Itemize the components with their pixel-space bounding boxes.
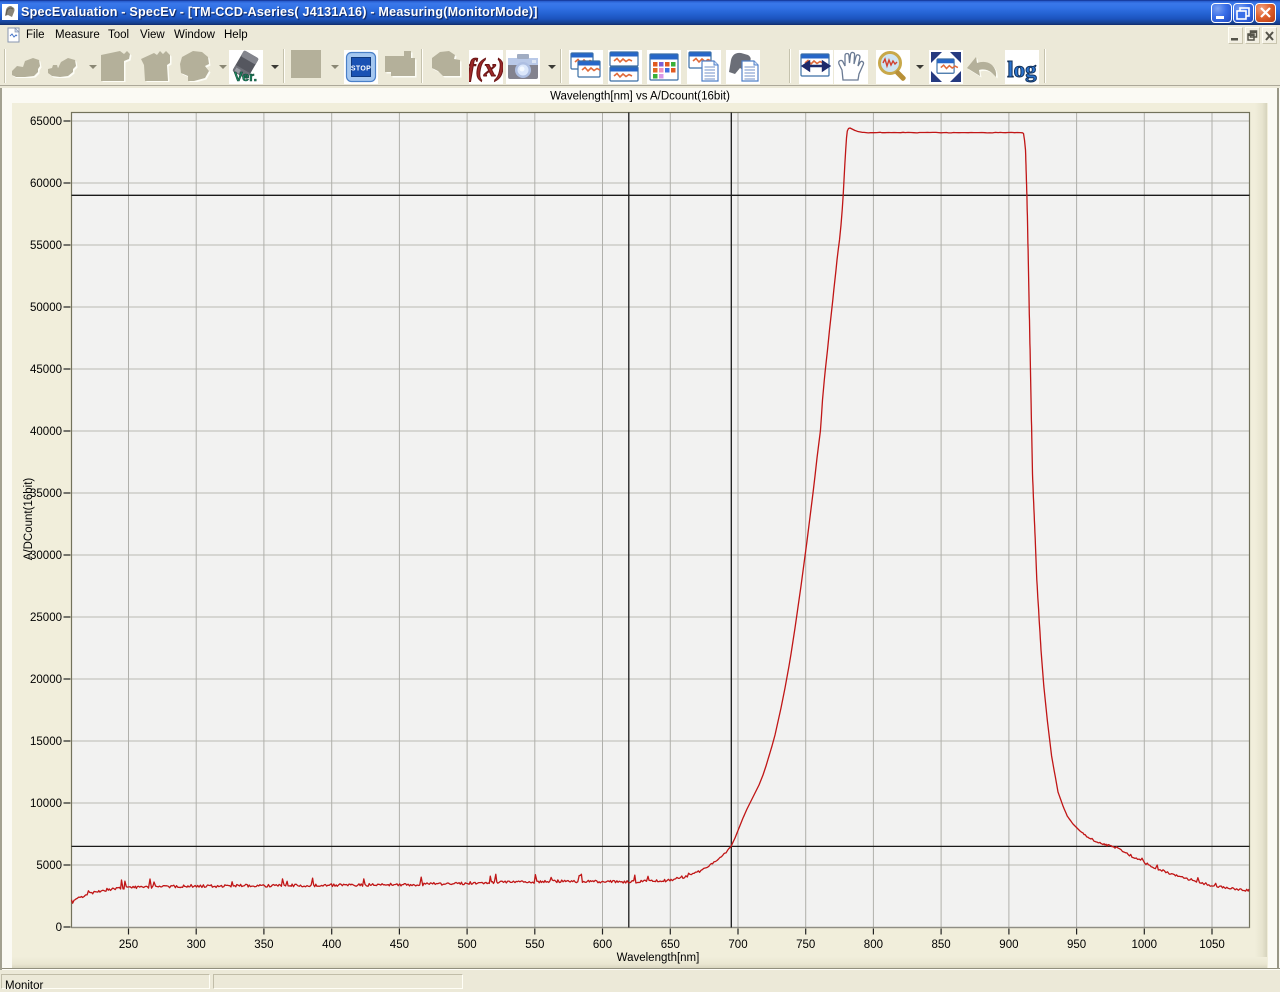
svg-text:500: 500 — [458, 939, 477, 951]
svg-text:log: log — [1007, 57, 1037, 82]
svg-text:1000: 1000 — [1132, 939, 1158, 951]
svg-text:40000: 40000 — [30, 426, 62, 438]
svg-text:950: 950 — [1067, 939, 1086, 951]
svg-text:600: 600 — [593, 939, 612, 951]
svg-text:50000: 50000 — [30, 302, 62, 314]
svg-text:25000: 25000 — [30, 612, 62, 624]
svg-text:10000: 10000 — [30, 798, 62, 810]
svg-text:1050: 1050 — [1199, 939, 1225, 951]
svg-text:0: 0 — [56, 922, 62, 934]
svg-text:900: 900 — [999, 939, 1018, 951]
svg-text:700: 700 — [728, 939, 747, 951]
svg-text:650: 650 — [661, 939, 680, 951]
svg-text:A/DCount(16bit): A/DCount(16bit) — [23, 478, 35, 561]
svg-text:Ver.: Ver. — [234, 69, 257, 84]
svg-text:550: 550 — [525, 939, 544, 951]
svg-text:5000: 5000 — [36, 860, 62, 872]
svg-text:STOP: STOP — [351, 66, 371, 73]
svg-text:400: 400 — [322, 939, 341, 951]
svg-text:45000: 45000 — [30, 364, 62, 376]
svg-text:350: 350 — [254, 939, 273, 951]
svg-text:300: 300 — [187, 939, 206, 951]
svg-text:Wavelength[nm] vs A/Dcount(16b: Wavelength[nm] vs A/Dcount(16bit) — [550, 91, 730, 103]
svg-text:60000: 60000 — [30, 178, 62, 190]
svg-text:750: 750 — [796, 939, 815, 951]
svg-text:250: 250 — [119, 939, 138, 951]
svg-text:850: 850 — [932, 939, 951, 951]
svg-text:55000: 55000 — [30, 240, 62, 252]
svg-text:65000: 65000 — [30, 116, 62, 128]
svg-text:15000: 15000 — [30, 736, 62, 748]
svg-text:f(x): f(x) — [469, 55, 503, 82]
svg-text:800: 800 — [864, 939, 883, 951]
svg-text:Wavelength[nm]: Wavelength[nm] — [617, 952, 700, 964]
svg-text:450: 450 — [390, 939, 409, 951]
svg-text:20000: 20000 — [30, 674, 62, 686]
